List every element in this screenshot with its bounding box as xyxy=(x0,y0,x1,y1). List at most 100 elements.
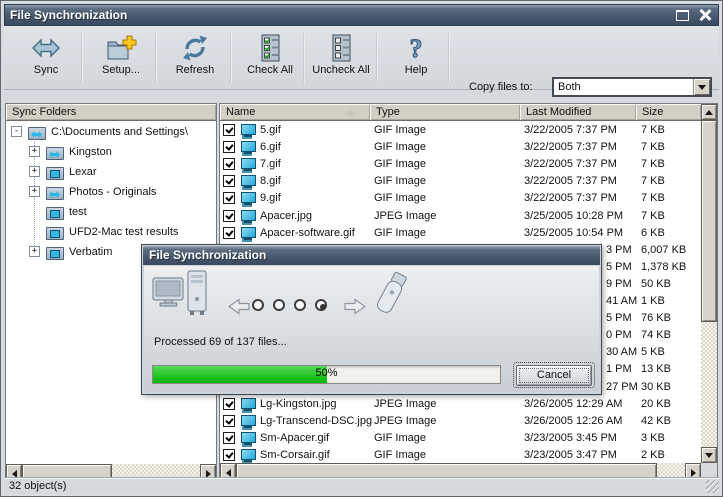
tree-expander[interactable]: - xyxy=(11,126,22,137)
tree-item[interactable]: UFD2-Mac test results xyxy=(6,224,211,240)
cell-size: 50 KB xyxy=(641,277,671,290)
table-row[interactable]: 6.gif GIF Image 3/22/2005 7:37 PM 7 KB xyxy=(220,139,701,156)
tree-item[interactable]: + Photos - Originals xyxy=(6,184,211,200)
row-checkbox[interactable] xyxy=(223,397,235,410)
cell-type: GIF Image xyxy=(374,158,426,171)
row-checkbox[interactable] xyxy=(223,192,235,205)
tree-item[interactable]: + Lexar xyxy=(6,164,211,180)
row-checkbox[interactable] xyxy=(223,141,235,154)
app-window: File Synchronization Sync Setup... Refre… xyxy=(0,0,723,497)
monitor-file-icon xyxy=(240,124,256,137)
maximize-button[interactable] xyxy=(676,9,689,21)
tree-item-label[interactable]: Lexar xyxy=(69,165,97,180)
table-row[interactable]: Sm-Corsair.gif GIF Image 3/23/2005 3:47 … xyxy=(220,447,701,464)
scrollbar-thumb[interactable] xyxy=(236,463,657,479)
file-list-horizontal-scrollbar[interactable] xyxy=(220,463,701,480)
table-row[interactable]: Sm-Apacer.gif GIF Image 3/23/2005 3:45 P… xyxy=(220,430,701,447)
tree-horizontal-scrollbar[interactable] xyxy=(6,464,216,480)
table-row[interactable]: 7.gif GIF Image 3/22/2005 7:37 PM 7 KB xyxy=(220,156,701,173)
column-header-size[interactable]: Size xyxy=(636,104,701,121)
sync-folder-icon xyxy=(46,145,64,160)
tree-item-label[interactable]: Verbatim xyxy=(69,245,112,260)
setup-button-label: Setup... xyxy=(102,64,140,76)
scroll-left-button[interactable] xyxy=(220,463,236,479)
cell-size: 76 KB xyxy=(641,312,671,325)
cell-size: 7 KB xyxy=(641,209,665,222)
close-button[interactable] xyxy=(698,9,712,21)
help-button[interactable]: ? Help xyxy=(382,33,450,77)
scrollbar-track[interactable] xyxy=(112,464,200,480)
resize-grip[interactable] xyxy=(706,480,719,493)
tree-item-label[interactable]: C:\Documents and Settings\ xyxy=(51,125,188,140)
column-header-name[interactable]: Name xyxy=(220,104,370,121)
monitor-file-icon xyxy=(240,448,256,462)
tree-item[interactable]: - C:\Documents and Settings\ xyxy=(6,124,211,140)
uncheck-all-button[interactable]: Uncheck All xyxy=(307,33,375,76)
tree-expander[interactable]: + xyxy=(29,166,40,177)
sync-button[interactable]: Sync xyxy=(12,33,80,76)
row-checkbox[interactable] xyxy=(223,158,235,171)
monitor-file-icon xyxy=(240,158,256,172)
cell-last-modified: 3/23/2005 3:47 PM xyxy=(524,448,617,461)
table-row[interactable]: Lg-Transcend-DSC.jpg JPEG Image 3/26/200… xyxy=(220,413,701,430)
cell-size: 42 KB xyxy=(641,414,671,427)
monitor-file-icon xyxy=(240,226,256,240)
cell-type: GIF Image xyxy=(374,124,426,136)
help-button-label: Help xyxy=(404,64,428,76)
scroll-right-button[interactable] xyxy=(200,464,216,480)
scrollbar-thumb[interactable] xyxy=(22,464,112,480)
check-all-button[interactable]: Check All xyxy=(236,33,304,76)
column-header-last-modified[interactable]: Last Modified xyxy=(520,104,636,121)
table-row[interactable]: Apacer-software.gif GIF Image 3/25/2005 … xyxy=(220,225,701,242)
tree-item[interactable]: + Kingston xyxy=(6,144,211,160)
progress-dot xyxy=(294,299,307,311)
file-list-vertical-scrollbar[interactable] xyxy=(701,104,717,463)
scroll-down-button[interactable] xyxy=(701,447,717,463)
refresh-button[interactable]: Refresh xyxy=(161,33,229,76)
chevron-down-icon[interactable] xyxy=(693,79,710,95)
cell-type: GIF Image xyxy=(374,141,426,154)
row-checkbox[interactable] xyxy=(223,414,235,427)
row-checkbox[interactable] xyxy=(223,448,235,461)
row-checkbox[interactable] xyxy=(223,175,235,188)
tree-expander[interactable]: + xyxy=(29,186,40,197)
row-checkbox[interactable] xyxy=(223,124,235,136)
scrollbar-track[interactable] xyxy=(657,463,685,479)
usb-drive-icon xyxy=(377,271,407,313)
tree-item-label[interactable]: Kingston xyxy=(69,145,112,160)
tree-item-label[interactable]: UFD2-Mac test results xyxy=(69,225,178,240)
scroll-left-button[interactable] xyxy=(6,464,22,480)
tree-item-label[interactable]: Photos - Originals xyxy=(69,185,156,200)
cell-name: Sm-Corsair.gif xyxy=(260,448,330,461)
scrollbar-track[interactable] xyxy=(701,322,717,447)
cell-name: Sm-Apacer.gif xyxy=(260,431,330,444)
tree-item-label[interactable]: test xyxy=(69,205,87,220)
setup-button[interactable]: Setup... xyxy=(87,33,155,76)
scroll-right-button[interactable] xyxy=(685,463,701,479)
cell-name: 9.gif xyxy=(260,192,281,205)
cell-type: GIF Image xyxy=(374,175,426,188)
scroll-up-button[interactable] xyxy=(701,104,717,120)
table-row[interactable]: 5.gif GIF Image 3/22/2005 7:37 PM 7 KB xyxy=(220,122,701,139)
copy-files-dropdown[interactable]: Both xyxy=(552,77,712,97)
column-header-type[interactable]: Type xyxy=(370,104,520,121)
arrow-right-icon xyxy=(344,298,366,315)
tree-item[interactable]: test xyxy=(6,204,211,220)
dialog-title-bar: File Synchronization xyxy=(143,246,600,265)
table-row[interactable]: 9.gif GIF Image 3/22/2005 7:37 PM 7 KB xyxy=(220,190,701,207)
row-checkbox[interactable] xyxy=(223,226,235,239)
scrollbar-thumb[interactable] xyxy=(701,120,717,322)
toolbar-separator xyxy=(230,33,232,83)
cancel-button[interactable]: Cancel xyxy=(516,365,592,386)
table-row[interactable]: Lg-Kingston.jpg JPEG Image 3/26/2005 12:… xyxy=(220,396,701,413)
row-checkbox[interactable] xyxy=(223,209,235,222)
table-row[interactable]: Apacer.jpg JPEG Image 3/25/2005 10:28 PM… xyxy=(220,208,701,225)
cell-type: GIF Image xyxy=(374,226,426,239)
cell-last-modified: 3/22/2005 7:37 PM xyxy=(524,192,617,205)
cell-size: 6,007 KB xyxy=(641,243,687,256)
progress-bar: 50% xyxy=(152,365,501,384)
tree-expander[interactable]: + xyxy=(29,146,40,157)
table-row[interactable]: 8.gif GIF Image 3/22/2005 7:37 PM 7 KB xyxy=(220,173,701,190)
row-checkbox[interactable] xyxy=(223,431,235,444)
tree-expander[interactable]: + xyxy=(29,246,40,257)
